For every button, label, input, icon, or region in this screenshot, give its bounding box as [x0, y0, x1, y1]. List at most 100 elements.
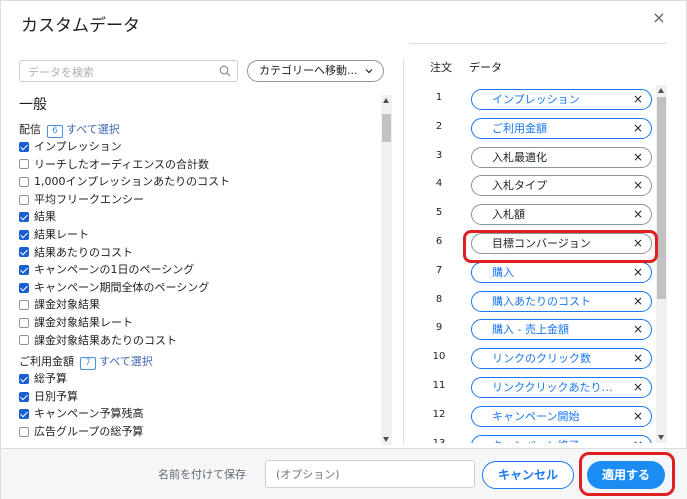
scroll-thumb[interactable]: [382, 114, 391, 142]
search-box[interactable]: [19, 60, 238, 83]
remove-icon[interactable]: ×: [633, 349, 643, 368]
select-all-link[interactable]: すべて選択: [99, 355, 153, 368]
remove-icon[interactable]: ×: [633, 119, 643, 138]
metric-checkbox-item[interactable]: 課金対象結果あたりのコスト: [19, 332, 379, 350]
left-scrollbar[interactable]: [381, 95, 392, 445]
metric-checkbox-item[interactable]: リーチしたオーディエンスの合計数: [19, 156, 379, 174]
close-icon[interactable]: ×: [650, 9, 668, 27]
metric-checkbox-item[interactable]: 総予算: [19, 370, 379, 388]
save-name-input[interactable]: [265, 460, 475, 488]
order-number: 12: [432, 408, 446, 420]
right-scrollbar[interactable]: [656, 85, 667, 443]
selected-column-row[interactable]: 2 ご利用金額 ×: [411, 114, 656, 143]
scroll-up-icon[interactable]: [383, 98, 389, 103]
remove-icon[interactable]: ×: [633, 292, 643, 311]
checkbox-checked[interactable]: [19, 409, 29, 420]
remove-icon[interactable]: ×: [633, 436, 643, 443]
metric-label: 日別予算: [34, 389, 78, 403]
column-pill[interactable]: キャンペーン開始 ×: [471, 405, 652, 427]
column-pill-label: キャンペーン終了: [492, 436, 579, 443]
selected-column-row[interactable]: 11 リンククリックあたりの... ×: [411, 373, 656, 402]
column-pill[interactable]: キャンペーン終了 ×: [471, 434, 652, 443]
checkbox-unchecked[interactable]: [19, 300, 29, 311]
checkbox-unchecked[interactable]: [19, 159, 29, 170]
remove-icon[interactable]: ×: [633, 148, 643, 167]
remove-icon[interactable]: ×: [633, 407, 643, 426]
order-number: 2: [435, 120, 443, 132]
scroll-down-icon[interactable]: [658, 435, 664, 440]
metric-checkbox-item[interactable]: キャンペーンの1日のペーシング: [19, 261, 379, 279]
section-count-badge: 7: [80, 357, 96, 371]
checkbox-checked[interactable]: [19, 391, 29, 402]
column-pill[interactable]: リンクのクリック数 ×: [471, 348, 652, 370]
metric-checkbox-item[interactable]: キャンペーン予算残高: [19, 405, 379, 423]
metric-checkbox-item[interactable]: 結果レート: [19, 226, 379, 244]
selected-column-row[interactable]: 5 入札額 ×: [411, 200, 656, 229]
metric-checkbox-item[interactable]: 1,000インプレッションあたりのコスト: [19, 173, 379, 191]
order-number: 13: [429, 438, 449, 443]
remove-icon[interactable]: ×: [633, 90, 643, 109]
checkbox-checked[interactable]: [19, 282, 29, 293]
column-pill[interactable]: インプレッション ×: [471, 89, 652, 110]
column-pill[interactable]: 入札額 ×: [471, 204, 652, 226]
checkbox-checked[interactable]: [19, 264, 29, 275]
metric-checkbox-item[interactable]: 広告グループの総予算: [19, 423, 379, 441]
checkbox-unchecked[interactable]: [19, 426, 29, 437]
column-pill-label: キャンペーン開始: [492, 409, 580, 423]
metric-checkbox-item[interactable]: インプレッション: [19, 138, 379, 156]
checkbox-checked[interactable]: [19, 247, 29, 258]
selected-column-row[interactable]: 8 購入あたりのコスト ×: [411, 287, 656, 316]
order-number: 4: [435, 178, 443, 190]
remove-icon[interactable]: ×: [633, 378, 643, 397]
metric-checkbox-item[interactable]: 結果: [19, 208, 379, 226]
metric-checkbox-item[interactable]: 平均フリークエンシー: [19, 191, 379, 209]
search-icon: [219, 65, 231, 77]
checkbox-checked[interactable]: [19, 141, 29, 152]
selected-column-row[interactable]: 9 購入 - 売上金額 ×: [411, 315, 656, 344]
search-input[interactable]: [20, 62, 210, 83]
scroll-down-icon[interactable]: [383, 437, 389, 442]
checkbox-unchecked[interactable]: [19, 317, 29, 328]
selected-column-row[interactable]: 4 入札タイプ ×: [411, 171, 656, 200]
select-all-link[interactable]: すべて選択: [66, 123, 120, 136]
checkbox-unchecked[interactable]: [19, 335, 29, 346]
remove-icon[interactable]: ×: [633, 320, 643, 339]
category-jump-button[interactable]: カテゴリーへ移動...: [247, 60, 384, 82]
selected-column-row[interactable]: 10 リンクのクリック数 ×: [411, 344, 656, 373]
metric-checkbox-item[interactable]: 課金対象結果レート: [19, 314, 379, 332]
metric-checkbox-item[interactable]: 課金対象結果: [19, 296, 379, 314]
metric-label: 広告グループの総予算: [34, 424, 144, 438]
column-pill[interactable]: 入札タイプ ×: [471, 175, 652, 197]
scroll-thumb[interactable]: [657, 97, 666, 299]
remove-icon[interactable]: ×: [633, 263, 643, 282]
checkbox-unchecked[interactable]: [19, 194, 29, 205]
selected-column-row[interactable]: 3 入札最適化 ×: [411, 143, 656, 172]
category-jump-label: カテゴリーへ移動...: [259, 64, 358, 77]
checkbox-checked[interactable]: [19, 212, 29, 223]
metric-label: 課金対象結果あたりのコスト: [34, 333, 177, 347]
metric-checkbox-item[interactable]: 結果あたりのコスト: [19, 244, 379, 262]
checkbox-unchecked[interactable]: [19, 176, 29, 187]
custom-data-dialog: カスタムデータ × カテゴリーへ移動... 一般 配信6すべて選択インプレッショ…: [0, 0, 687, 499]
checkbox-checked[interactable]: [19, 373, 29, 384]
column-pill-label: 購入: [492, 265, 514, 279]
column-pill[interactable]: 購入あたりのコスト ×: [471, 290, 652, 312]
cancel-button[interactable]: キャンセル: [482, 461, 574, 489]
metric-checkbox-item[interactable]: キャンペーン期間全体のペーシング: [19, 279, 379, 297]
selected-column-row[interactable]: 12 キャンペーン開始 ×: [411, 402, 656, 431]
group-title: 一般: [19, 97, 47, 113]
column-pill[interactable]: ご利用金額 ×: [471, 117, 652, 139]
column-pill-label: 入札タイプ: [492, 179, 547, 193]
column-pill[interactable]: 入札最適化 ×: [471, 146, 652, 168]
checkbox-checked[interactable]: [19, 229, 29, 240]
selected-column-row[interactable]: 13 キャンペーン終了 ×: [411, 431, 656, 443]
remove-icon[interactable]: ×: [633, 205, 643, 224]
metric-checkbox-item[interactable]: 日別予算: [19, 388, 379, 406]
column-pill[interactable]: 購入 ×: [471, 261, 652, 283]
remove-icon[interactable]: ×: [633, 176, 643, 195]
column-pill[interactable]: リンククリックあたりの... ×: [471, 376, 652, 398]
scroll-up-icon[interactable]: [658, 88, 664, 93]
selected-column-row[interactable]: 1 インプレッション ×: [411, 85, 656, 114]
metric-label: 平均フリークエンシー: [34, 192, 144, 206]
column-pill[interactable]: 購入 - 売上金額 ×: [471, 319, 652, 341]
